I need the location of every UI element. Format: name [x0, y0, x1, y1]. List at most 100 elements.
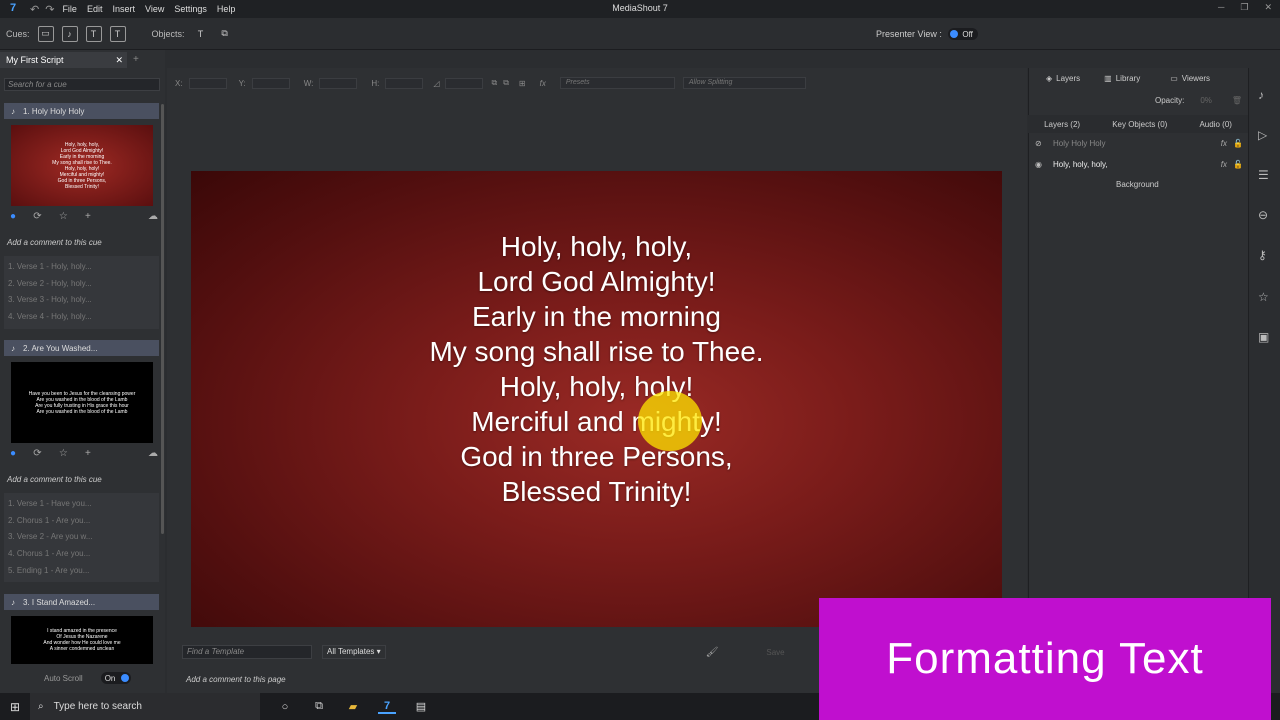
- cue-thumbnail[interactable]: I stand amazed in the presence Of Jesus …: [11, 616, 153, 664]
- add-tab-icon[interactable]: +: [133, 54, 139, 65]
- star-icon[interactable]: ☆: [59, 211, 68, 222]
- minimize-icon[interactable]: ─: [1218, 2, 1224, 13]
- presenter-view-toggle[interactable]: Off: [947, 28, 978, 40]
- add-bible-cue-icon[interactable]: T: [109, 25, 126, 42]
- find-template-input[interactable]: Find a Template: [182, 645, 312, 659]
- script-tab[interactable]: My First Script ✕: [0, 52, 127, 68]
- link-icon[interactable]: ⊖: [1258, 208, 1268, 222]
- brush-icon[interactable]: 🖌: [706, 647, 719, 658]
- list-item[interactable]: 3. Verse 2 - Are you w...: [4, 529, 159, 546]
- app-taskbar-icon[interactable]: ▤: [412, 700, 430, 713]
- tab-layers[interactable]: Layers: [1056, 74, 1080, 83]
- cue-thumbnail[interactable]: Have you been to Jesus for the cleansing…: [11, 362, 153, 443]
- cue-header[interactable]: ♪ 3. I Stand Amazed...: [4, 594, 159, 610]
- undo-icon[interactable]: ↶: [30, 3, 39, 16]
- lock-icon[interactable]: 🔓: [1233, 139, 1243, 148]
- bible-icon[interactable]: ▣: [1258, 330, 1269, 344]
- star-icon[interactable]: ☆: [1258, 290, 1269, 304]
- slide-canvas[interactable]: Holy, holy, holy, Lord God Almighty! Ear…: [191, 171, 1002, 627]
- background-layer[interactable]: Background: [1116, 180, 1159, 189]
- cortana-icon[interactable]: ○: [276, 701, 294, 713]
- tab-audio[interactable]: Audio (0): [1199, 120, 1231, 129]
- cloud-icon[interactable]: ☁: [148, 211, 158, 222]
- music-note-icon[interactable]: ♪: [1258, 88, 1264, 102]
- x-field[interactable]: [188, 77, 227, 89]
- save-template-button[interactable]: Save: [766, 648, 784, 657]
- group-icon[interactable]: ⧉: [503, 78, 509, 88]
- layer-row[interactable]: ⊘ Holy Holy Holy fx 🔓: [1029, 134, 1247, 153]
- tab-viewers[interactable]: Viewers: [1182, 74, 1210, 83]
- file-explorer-icon[interactable]: ▰: [344, 700, 362, 713]
- page-comment[interactable]: Add a comment to this page: [186, 675, 286, 684]
- align-icon[interactable]: ⊞: [519, 79, 526, 88]
- cue-thumbnail[interactable]: Holy, holy, holy, Lord God Almighty! Ear…: [11, 125, 153, 206]
- menu-insert[interactable]: Insert: [112, 4, 135, 14]
- list-item[interactable]: 2. Verse 2 - Holy, holy...: [4, 276, 159, 293]
- h-field[interactable]: [385, 77, 424, 89]
- tab-layers-count[interactable]: Layers (2): [1044, 120, 1080, 129]
- menu-settings[interactable]: Settings: [174, 4, 207, 14]
- trash-icon[interactable]: 🗑: [1232, 96, 1242, 105]
- lock-icon[interactable]: 🔓: [1233, 160, 1243, 169]
- cloud-icon[interactable]: ☁: [148, 448, 158, 459]
- redo-icon[interactable]: ↷: [45, 3, 54, 16]
- go-live-icon[interactable]: ●: [10, 448, 16, 459]
- list-item[interactable]: 4. Chorus 1 - Are you...: [4, 546, 159, 563]
- list-item[interactable]: 5. Ending 1 - Are you...: [4, 563, 159, 580]
- menu-edit[interactable]: Edit: [87, 4, 103, 14]
- hidden-icon[interactable]: ⊘: [1035, 139, 1049, 148]
- cue-header[interactable]: ♪ 2. Are You Washed...: [4, 340, 159, 356]
- arrange-icon[interactable]: ⧉: [491, 78, 497, 88]
- play-icon[interactable]: ▷: [1258, 128, 1267, 142]
- list-item[interactable]: 4. Verse 4 - Holy, holy...: [4, 309, 159, 326]
- rotation-field[interactable]: [445, 77, 484, 89]
- cue-header[interactable]: ♪ 1. Holy Holy Holy: [4, 103, 159, 119]
- add-text-cue-icon[interactable]: T: [85, 25, 102, 42]
- text-object-icon[interactable]: T: [193, 26, 209, 42]
- go-live-icon[interactable]: ●: [10, 211, 16, 222]
- auto-scroll-toggle[interactable]: On: [100, 672, 131, 684]
- add-icon[interactable]: +: [85, 211, 91, 222]
- layers-object-icon[interactable]: ⧉: [217, 26, 233, 42]
- list-item[interactable]: 1. Verse 1 - Have you...: [4, 496, 159, 513]
- close-icon[interactable]: ✕: [1264, 2, 1272, 13]
- task-view-icon[interactable]: ⧉: [310, 700, 328, 713]
- list-icon[interactable]: ☰: [1258, 168, 1269, 182]
- fx-icon[interactable]: fx: [1221, 160, 1227, 169]
- add-song-cue-icon[interactable]: ♪: [61, 25, 78, 42]
- loop-icon[interactable]: ⟳: [33, 211, 41, 222]
- cue-search-input[interactable]: Search for a cue: [4, 78, 160, 91]
- presets-dropdown[interactable]: Presets: [559, 77, 675, 89]
- tab-library[interactable]: Library: [1116, 74, 1140, 83]
- tab-key-objects[interactable]: Key Objects (0): [1112, 120, 1167, 129]
- rotate-icon[interactable]: ◿: [433, 79, 439, 88]
- add-blank-cue-icon[interactable]: ▭: [37, 25, 54, 42]
- windows-start-icon[interactable]: ⊞: [10, 700, 20, 714]
- cue-scrollbar[interactable]: [161, 104, 164, 534]
- opacity-value[interactable]: 0%: [1200, 96, 1212, 105]
- fx-icon[interactable]: fx: [540, 79, 546, 88]
- menu-view[interactable]: View: [145, 4, 164, 14]
- close-tab-icon[interactable]: ✕: [115, 55, 123, 66]
- menu-file[interactable]: File: [62, 4, 77, 14]
- list-item[interactable]: 2. Chorus 1 - Are you...: [4, 513, 159, 530]
- list-item[interactable]: 3. Verse 3 - Holy, holy...: [4, 292, 159, 309]
- cue-comment[interactable]: Add a comment to this cue: [7, 475, 102, 484]
- layer-row[interactable]: ◉ Holy, holy, holy, fx 🔓: [1029, 155, 1247, 174]
- list-item[interactable]: 1. Verse 1 - Holy, holy...: [4, 259, 159, 276]
- star-icon[interactable]: ☆: [59, 448, 68, 459]
- w-field[interactable]: [319, 77, 358, 89]
- loop-icon[interactable]: ⟳: [33, 448, 41, 459]
- add-icon[interactable]: +: [85, 448, 91, 459]
- maximize-icon[interactable]: ❐: [1240, 2, 1248, 13]
- splitting-dropdown[interactable]: Allow Splitting: [682, 77, 806, 89]
- slide-text-box[interactable]: Holy, holy, holy, Lord God Almighty! Ear…: [191, 229, 1002, 509]
- cue-comment[interactable]: Add a comment to this cue: [7, 238, 102, 247]
- eye-icon[interactable]: ◉: [1035, 160, 1049, 169]
- menu-help[interactable]: Help: [217, 4, 236, 14]
- mediashout-taskbar-icon[interactable]: 7: [378, 700, 396, 714]
- key-icon[interactable]: ⚷: [1258, 248, 1267, 262]
- y-field[interactable]: [251, 77, 290, 89]
- template-filter-dropdown[interactable]: All Templates ▾: [322, 645, 386, 659]
- taskbar-search[interactable]: ⌕ Type here to search: [30, 693, 260, 720]
